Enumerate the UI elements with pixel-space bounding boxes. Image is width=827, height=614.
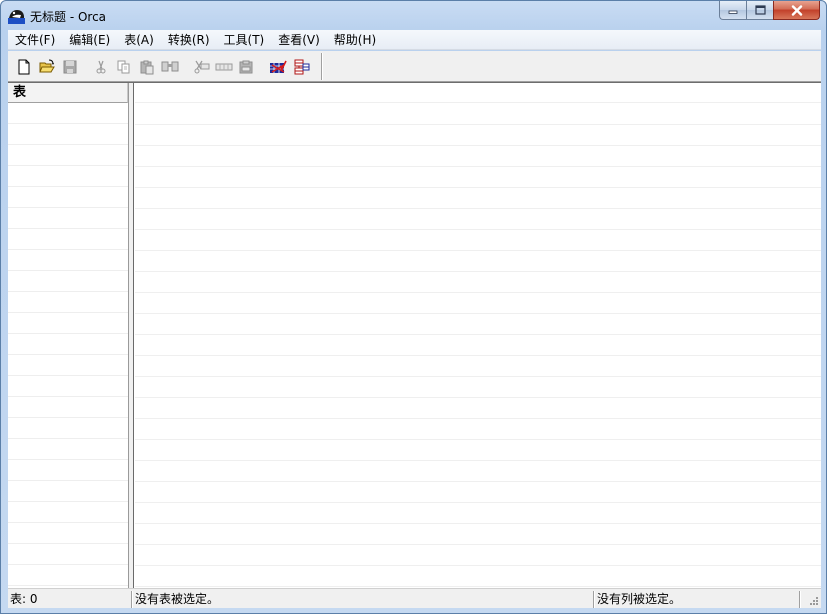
status-column-selection: 没有列被选定。 <box>597 592 682 606</box>
open-folder-icon <box>38 59 55 72</box>
minimize-icon <box>728 10 738 14</box>
new-file-icon <box>18 59 29 74</box>
window-title: 无标题 - Orca <box>30 10 107 24</box>
menu-bar: 文件(F) 编辑(E) 表(A) 转换(R) 工具(T) 查看(V) 帮助(H) <box>8 30 821 50</box>
menu-edit[interactable]: 编辑(E) <box>62 30 117 50</box>
pane-splitter[interactable] <box>129 83 134 588</box>
toolbar <box>8 51 821 82</box>
toolbar-end-separator <box>321 53 323 80</box>
resize-grip-icon[interactable] <box>807 594 819 606</box>
find-button[interactable] <box>158 56 181 78</box>
paste-icon <box>140 60 153 74</box>
minimize-button[interactable] <box>719 1 746 20</box>
table-list-header[interactable]: 表 <box>8 83 128 103</box>
open-button[interactable] <box>35 56 58 78</box>
maximize-button[interactable] <box>746 1 773 20</box>
close-icon <box>791 4 802 16</box>
menu-view[interactable]: 查看(V) <box>271 30 327 50</box>
status-table-count: 表: 0 <box>10 592 38 606</box>
cut-row-icon <box>194 60 209 73</box>
cut-row-button[interactable] <box>189 56 212 78</box>
save-icon <box>63 60 76 73</box>
title-bar[interactable]: 无标题 - Orca <box>1 1 826 30</box>
save-button[interactable] <box>58 56 81 78</box>
copy-row-button[interactable] <box>212 56 235 78</box>
new-button[interactable] <box>12 56 35 78</box>
merge-module-button[interactable] <box>289 56 312 78</box>
table-data-pane[interactable] <box>135 83 821 588</box>
menu-tables[interactable]: 表(A) <box>117 30 161 50</box>
app-window: 无标题 - Orca 文件(F) 编辑(E) 表(A) 转换(R) 工具(T) … <box>0 0 827 614</box>
maximize-icon <box>754 5 766 15</box>
close-button[interactable] <box>773 1 820 20</box>
paste-row-button[interactable] <box>235 56 258 78</box>
copy-icon <box>117 60 129 73</box>
menu-tools[interactable]: 工具(T) <box>217 30 272 50</box>
caption-buttons <box>719 1 820 21</box>
copy-button[interactable] <box>112 56 135 78</box>
paste-row-icon <box>239 60 252 73</box>
status-bar: 表: 0 没有表被选定。 没有列被选定。 <box>8 588 821 608</box>
paste-button[interactable] <box>135 56 158 78</box>
find-icon <box>161 61 178 71</box>
cut-button[interactable] <box>89 56 112 78</box>
cut-icon <box>96 60 105 73</box>
copy-row-icon <box>215 63 232 70</box>
status-divider <box>799 591 801 608</box>
client-area: 表 <box>8 82 821 588</box>
orca-app-icon[interactable] <box>8 7 25 24</box>
menu-transform[interactable]: 转换(R) <box>161 30 217 50</box>
table-list-pane[interactable]: 表 <box>8 83 129 588</box>
menu-help[interactable]: 帮助(H) <box>327 30 383 50</box>
menu-file[interactable]: 文件(F) <box>8 30 62 50</box>
validate-icon <box>269 60 287 73</box>
status-table-selection: 没有表被选定。 <box>135 592 220 606</box>
merge-module-icon <box>294 59 309 74</box>
validate-button[interactable] <box>266 56 289 78</box>
